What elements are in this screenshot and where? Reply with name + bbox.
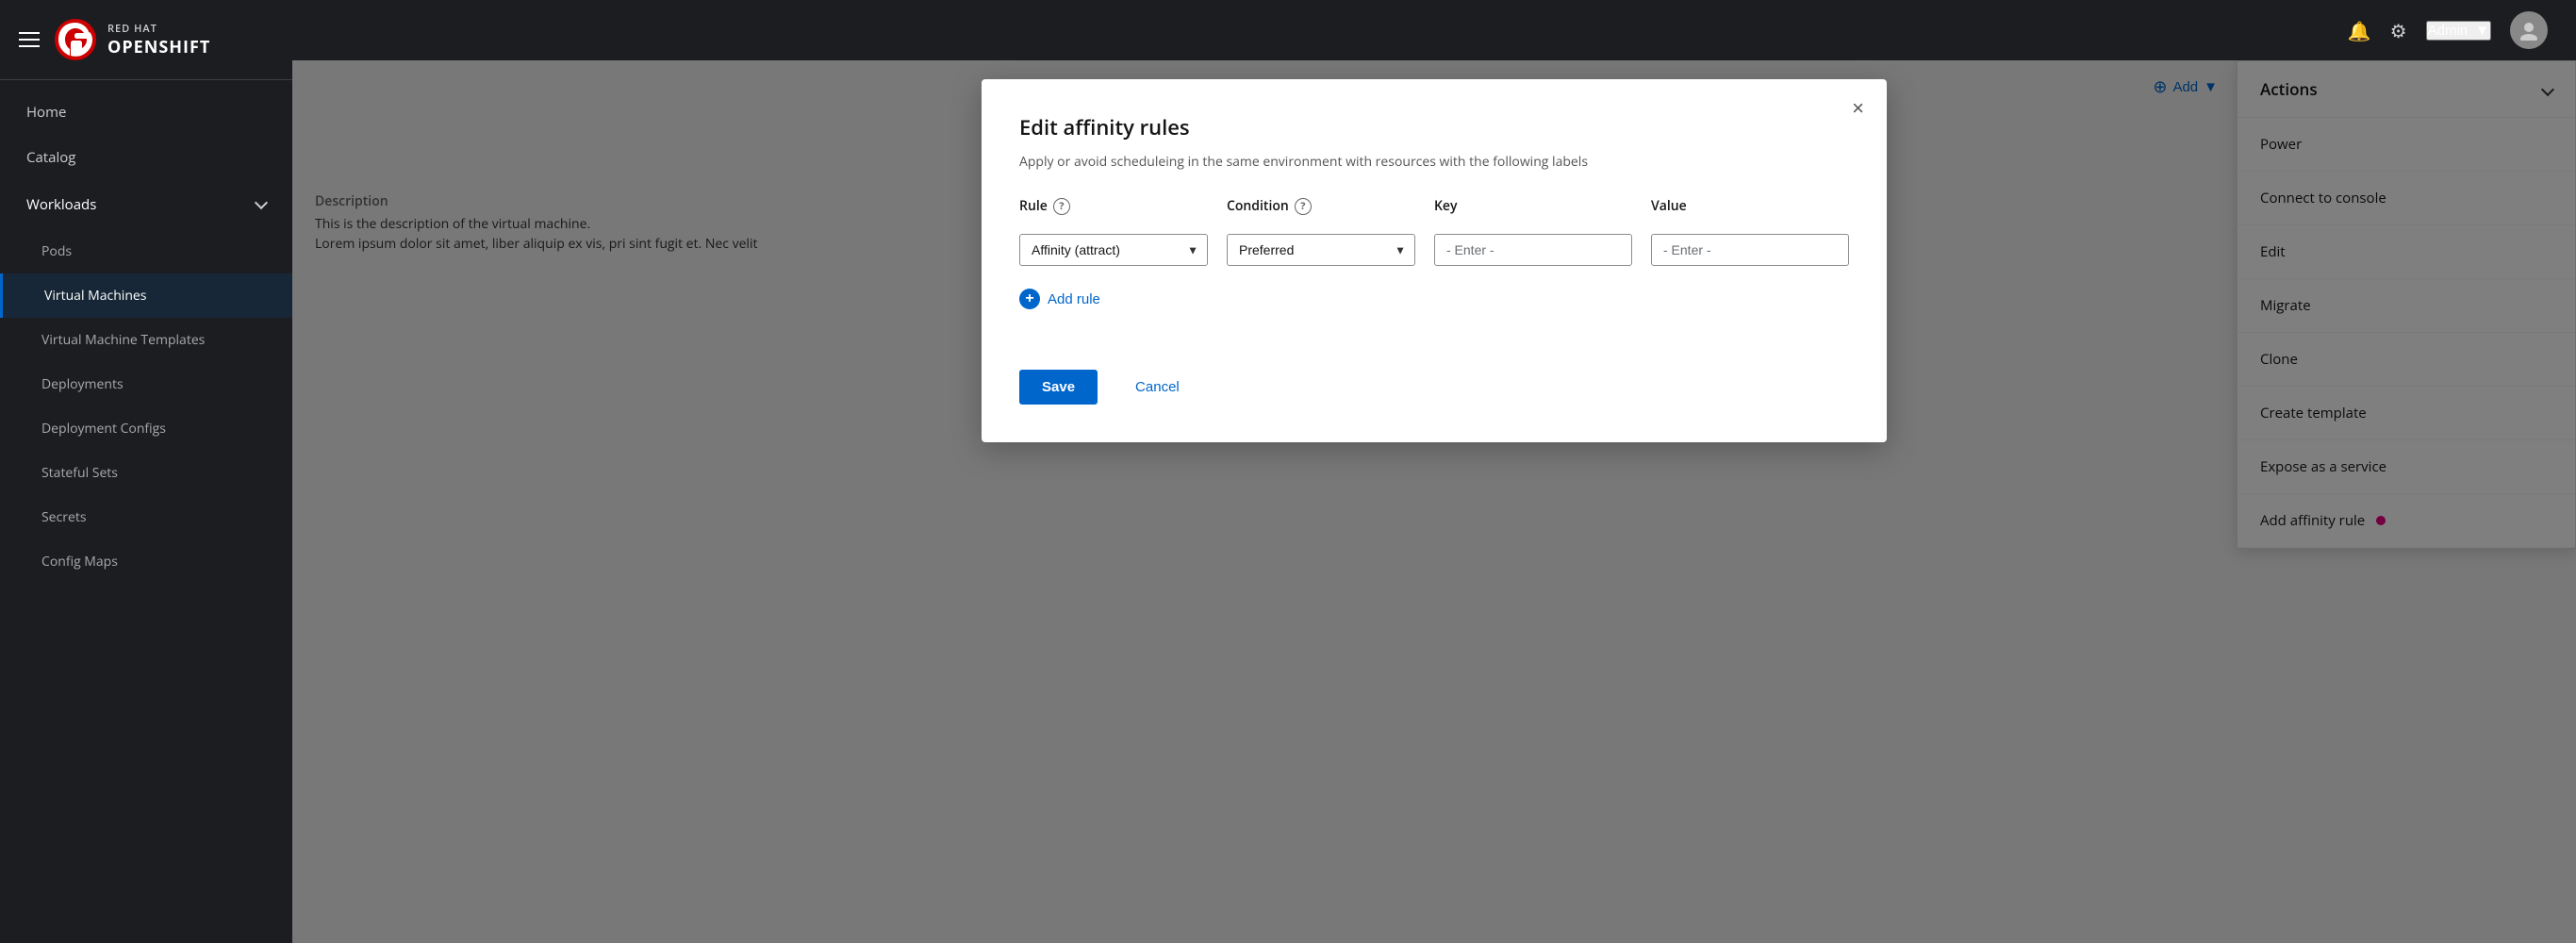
hamburger-menu-icon[interactable] bbox=[19, 32, 40, 47]
sidebar-item-config-maps[interactable]: Config Maps bbox=[0, 539, 292, 584]
rule-select-wrapper: Affinity (attract) Anti-affinity (repel)… bbox=[1019, 234, 1208, 266]
rule-col-header: Rule ? bbox=[1019, 197, 1208, 223]
main-content: 🔔 ⚙ Admin ▼ ⊕ Add ▼ Actions Pow bbox=[292, 0, 2576, 943]
gear-icon[interactable]: ⚙ bbox=[2390, 18, 2407, 43]
condition-label: Condition ? bbox=[1227, 197, 1415, 215]
key-label: Key bbox=[1434, 197, 1632, 215]
sidebar-item-virtual-machine-templates[interactable]: Virtual Machine Templates bbox=[0, 318, 292, 362]
sidebar-item-catalog[interactable]: Catalog bbox=[0, 135, 292, 180]
save-button[interactable]: Save bbox=[1019, 370, 1098, 405]
form-header-row: Rule ? Condition ? Key Value bbox=[1019, 197, 1849, 223]
modal-footer: Save Cancel bbox=[1019, 370, 1849, 405]
sidebar-item-pods[interactable]: Pods bbox=[0, 229, 292, 273]
rule-help-icon[interactable]: ? bbox=[1053, 198, 1070, 215]
form-data-row: Affinity (attract) Anti-affinity (repel)… bbox=[1019, 234, 1849, 266]
logo-area: RED HAT OPENSHIFT bbox=[53, 17, 210, 62]
rule-label: Rule ? bbox=[1019, 197, 1208, 215]
modal-subtitle: Apply or avoid scheduleing in the same e… bbox=[1019, 153, 1849, 171]
key-col-header: Key bbox=[1434, 197, 1632, 223]
admin-chevron-icon: ▼ bbox=[2475, 23, 2489, 39]
modal-close-button[interactable]: × bbox=[1852, 98, 1864, 119]
key-input-wrapper bbox=[1434, 234, 1632, 266]
workloads-chevron-icon bbox=[255, 196, 268, 209]
sidebar-item-workloads[interactable]: Workloads bbox=[0, 180, 292, 229]
add-rule-plus-icon: + bbox=[1019, 289, 1040, 309]
value-col-header: Value bbox=[1651, 197, 1849, 223]
value-input-wrapper bbox=[1651, 234, 1849, 266]
redhat-logo-icon bbox=[53, 17, 98, 62]
key-input[interactable] bbox=[1434, 234, 1632, 266]
value-label: Value bbox=[1651, 197, 1849, 215]
brand-text: RED HAT OPENSHIFT bbox=[107, 22, 210, 58]
avatar-icon bbox=[2518, 20, 2539, 41]
value-input[interactable] bbox=[1651, 234, 1849, 266]
cancel-button[interactable]: Cancel bbox=[1113, 370, 1202, 405]
add-rule-button[interactable]: + Add rule bbox=[1019, 285, 1100, 313]
sidebar-header: RED HAT OPENSHIFT bbox=[0, 0, 292, 80]
condition-select[interactable]: Preferred Required bbox=[1227, 234, 1415, 266]
sidebar-item-virtual-machines[interactable]: Virtual Machines bbox=[0, 273, 292, 318]
sidebar-item-home[interactable]: Home bbox=[0, 90, 292, 135]
condition-select-wrapper: Preferred Required ▼ bbox=[1227, 234, 1415, 266]
rule-select[interactable]: Affinity (attract) Anti-affinity (repel) bbox=[1019, 234, 1208, 266]
condition-select-container: Preferred Required ▼ bbox=[1227, 234, 1415, 266]
sidebar-item-deployment-configs[interactable]: Deployment Configs bbox=[0, 406, 292, 451]
condition-help-icon[interactable]: ? bbox=[1295, 198, 1312, 215]
bell-icon[interactable]: 🔔 bbox=[2348, 18, 2371, 43]
sidebar-item-deployments[interactable]: Deployments bbox=[0, 362, 292, 406]
sidebar-nav: Home Catalog Workloads Pods Virtual Mach… bbox=[0, 80, 292, 943]
edit-affinity-modal: × Edit affinity rules Apply or avoid sch… bbox=[982, 79, 1887, 442]
sidebar-item-stateful-sets[interactable]: Stateful Sets bbox=[0, 451, 292, 495]
condition-col-header: Condition ? bbox=[1227, 197, 1415, 223]
topbar: 🔔 ⚙ Admin ▼ bbox=[292, 0, 2576, 60]
admin-menu-button[interactable]: Admin ▼ bbox=[2426, 21, 2491, 41]
sidebar-item-secrets[interactable]: Secrets bbox=[0, 495, 292, 539]
modal-title: Edit affinity rules bbox=[1019, 113, 1849, 141]
brand-redhat-label: RED HAT bbox=[107, 22, 210, 36]
sidebar: RED HAT OPENSHIFT Home Catalog Workloads… bbox=[0, 0, 292, 943]
rule-select-container: Affinity (attract) Anti-affinity (repel)… bbox=[1019, 234, 1208, 266]
user-avatar[interactable] bbox=[2510, 11, 2548, 49]
page-bg: ⊕ Add ▼ Actions Power Connect to console… bbox=[292, 60, 2576, 943]
modal-overlay: × Edit affinity rules Apply or avoid sch… bbox=[292, 60, 2576, 943]
brand-openshift-label: OPENSHIFT bbox=[107, 36, 210, 58]
